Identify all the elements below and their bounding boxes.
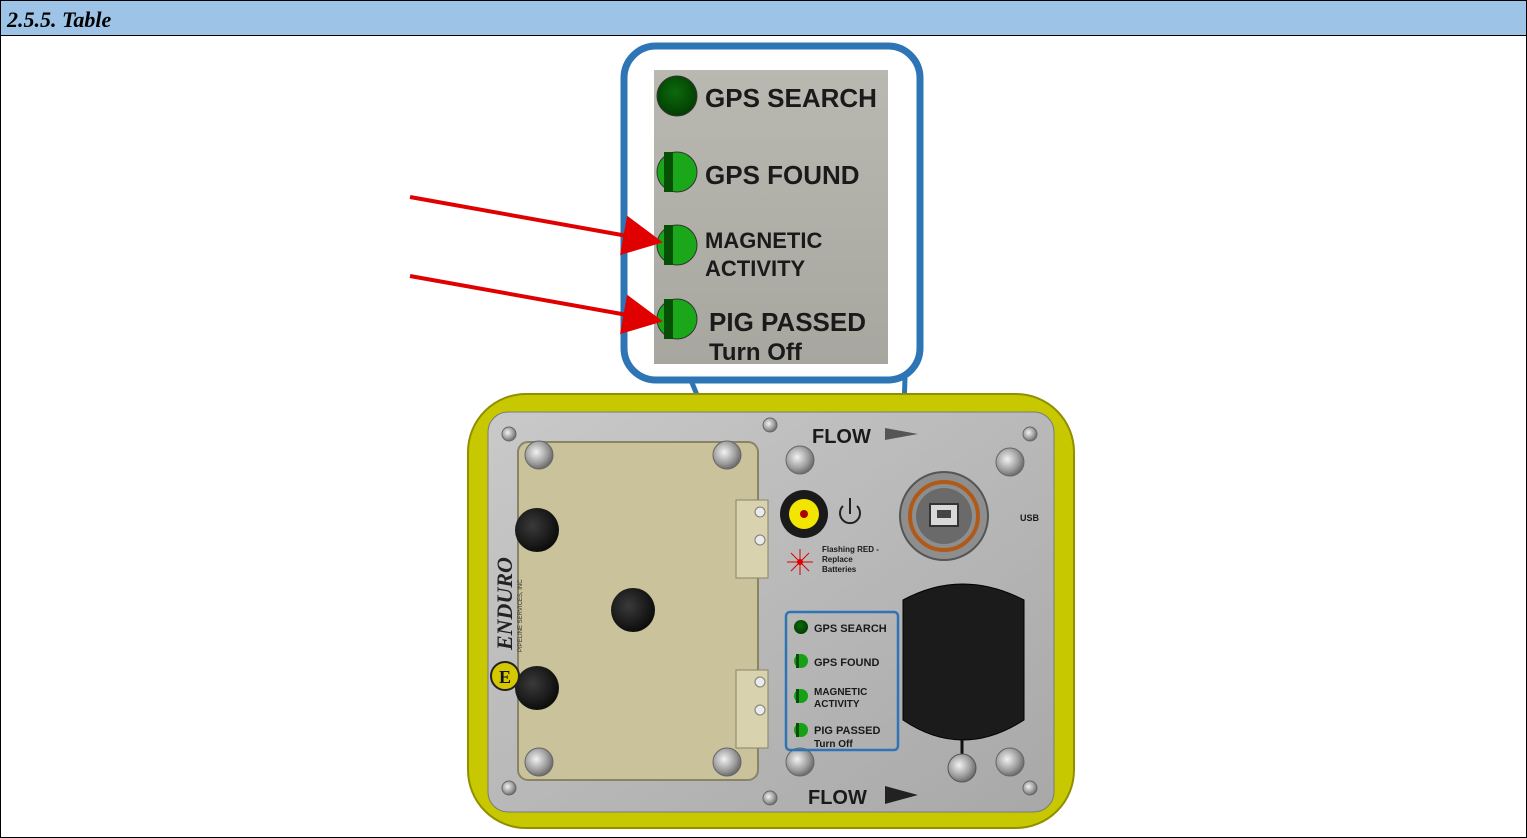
zoom-label-gps-found: GPS FOUND bbox=[705, 160, 860, 190]
led-label-magnetic-2: ACTIVITY bbox=[814, 699, 860, 710]
zoom-label-gps-search: GPS SEARCH bbox=[705, 83, 877, 113]
brand-name: ENDURO bbox=[492, 557, 517, 651]
battery-note-line-1: Flashing RED - bbox=[822, 545, 879, 554]
led-gps-search-icon bbox=[794, 620, 808, 634]
door-knob-icon bbox=[515, 666, 559, 710]
device-illustration: E ENDURO PIPELINE SERVICES, INC Flashing… bbox=[409, 42, 1075, 829]
brand-subtitle: PIPELINE SERVICES, INC bbox=[518, 579, 524, 652]
zoom-callout: GPS SEARCH GPS FOUND MAGNETIC ACTIVITY P… bbox=[620, 42, 924, 384]
led-label-pig-passed: PIG PASSED bbox=[814, 725, 880, 737]
antenna-dome bbox=[902, 583, 1025, 741]
battery-note-line-2: Replace bbox=[822, 555, 853, 564]
zoom-label-turn-off: Turn Off bbox=[709, 339, 803, 366]
zoom-label-magnetic-2: ACTIVITY bbox=[705, 256, 806, 281]
door-knob-icon bbox=[515, 508, 559, 552]
led-label-gps-search: GPS SEARCH bbox=[814, 623, 887, 635]
device-housing: E ENDURO PIPELINE SERVICES, INC Flashing… bbox=[467, 393, 1075, 829]
zoom-label-magnetic-1: MAGNETIC bbox=[705, 228, 822, 253]
zoom-label-pig-passed: PIG PASSED bbox=[709, 307, 866, 337]
logo-letter: E bbox=[499, 667, 511, 687]
flow-label-top: FLOW bbox=[812, 426, 871, 448]
flow-label-bottom: FLOW bbox=[808, 787, 867, 809]
pointer-arrow-pig-passed bbox=[409, 274, 663, 335]
usb-label: USB bbox=[1020, 513, 1040, 523]
zoom-led-gps-found-icon bbox=[656, 151, 698, 193]
battery-note-line-3: Batteries bbox=[822, 565, 857, 574]
zoom-led-pig-passed-icon bbox=[656, 298, 698, 340]
led-label-magnetic-1: MAGNETIC bbox=[814, 687, 867, 698]
led-label-turn-off: Turn Off bbox=[814, 739, 853, 750]
zoom-led-gps-search-icon bbox=[656, 75, 698, 117]
zoom-led-magnetic-icon bbox=[656, 224, 698, 266]
door-knob-icon bbox=[611, 588, 655, 632]
pointer-arrow-magnetic bbox=[409, 195, 663, 256]
led-label-gps-found: GPS FOUND bbox=[814, 657, 879, 669]
